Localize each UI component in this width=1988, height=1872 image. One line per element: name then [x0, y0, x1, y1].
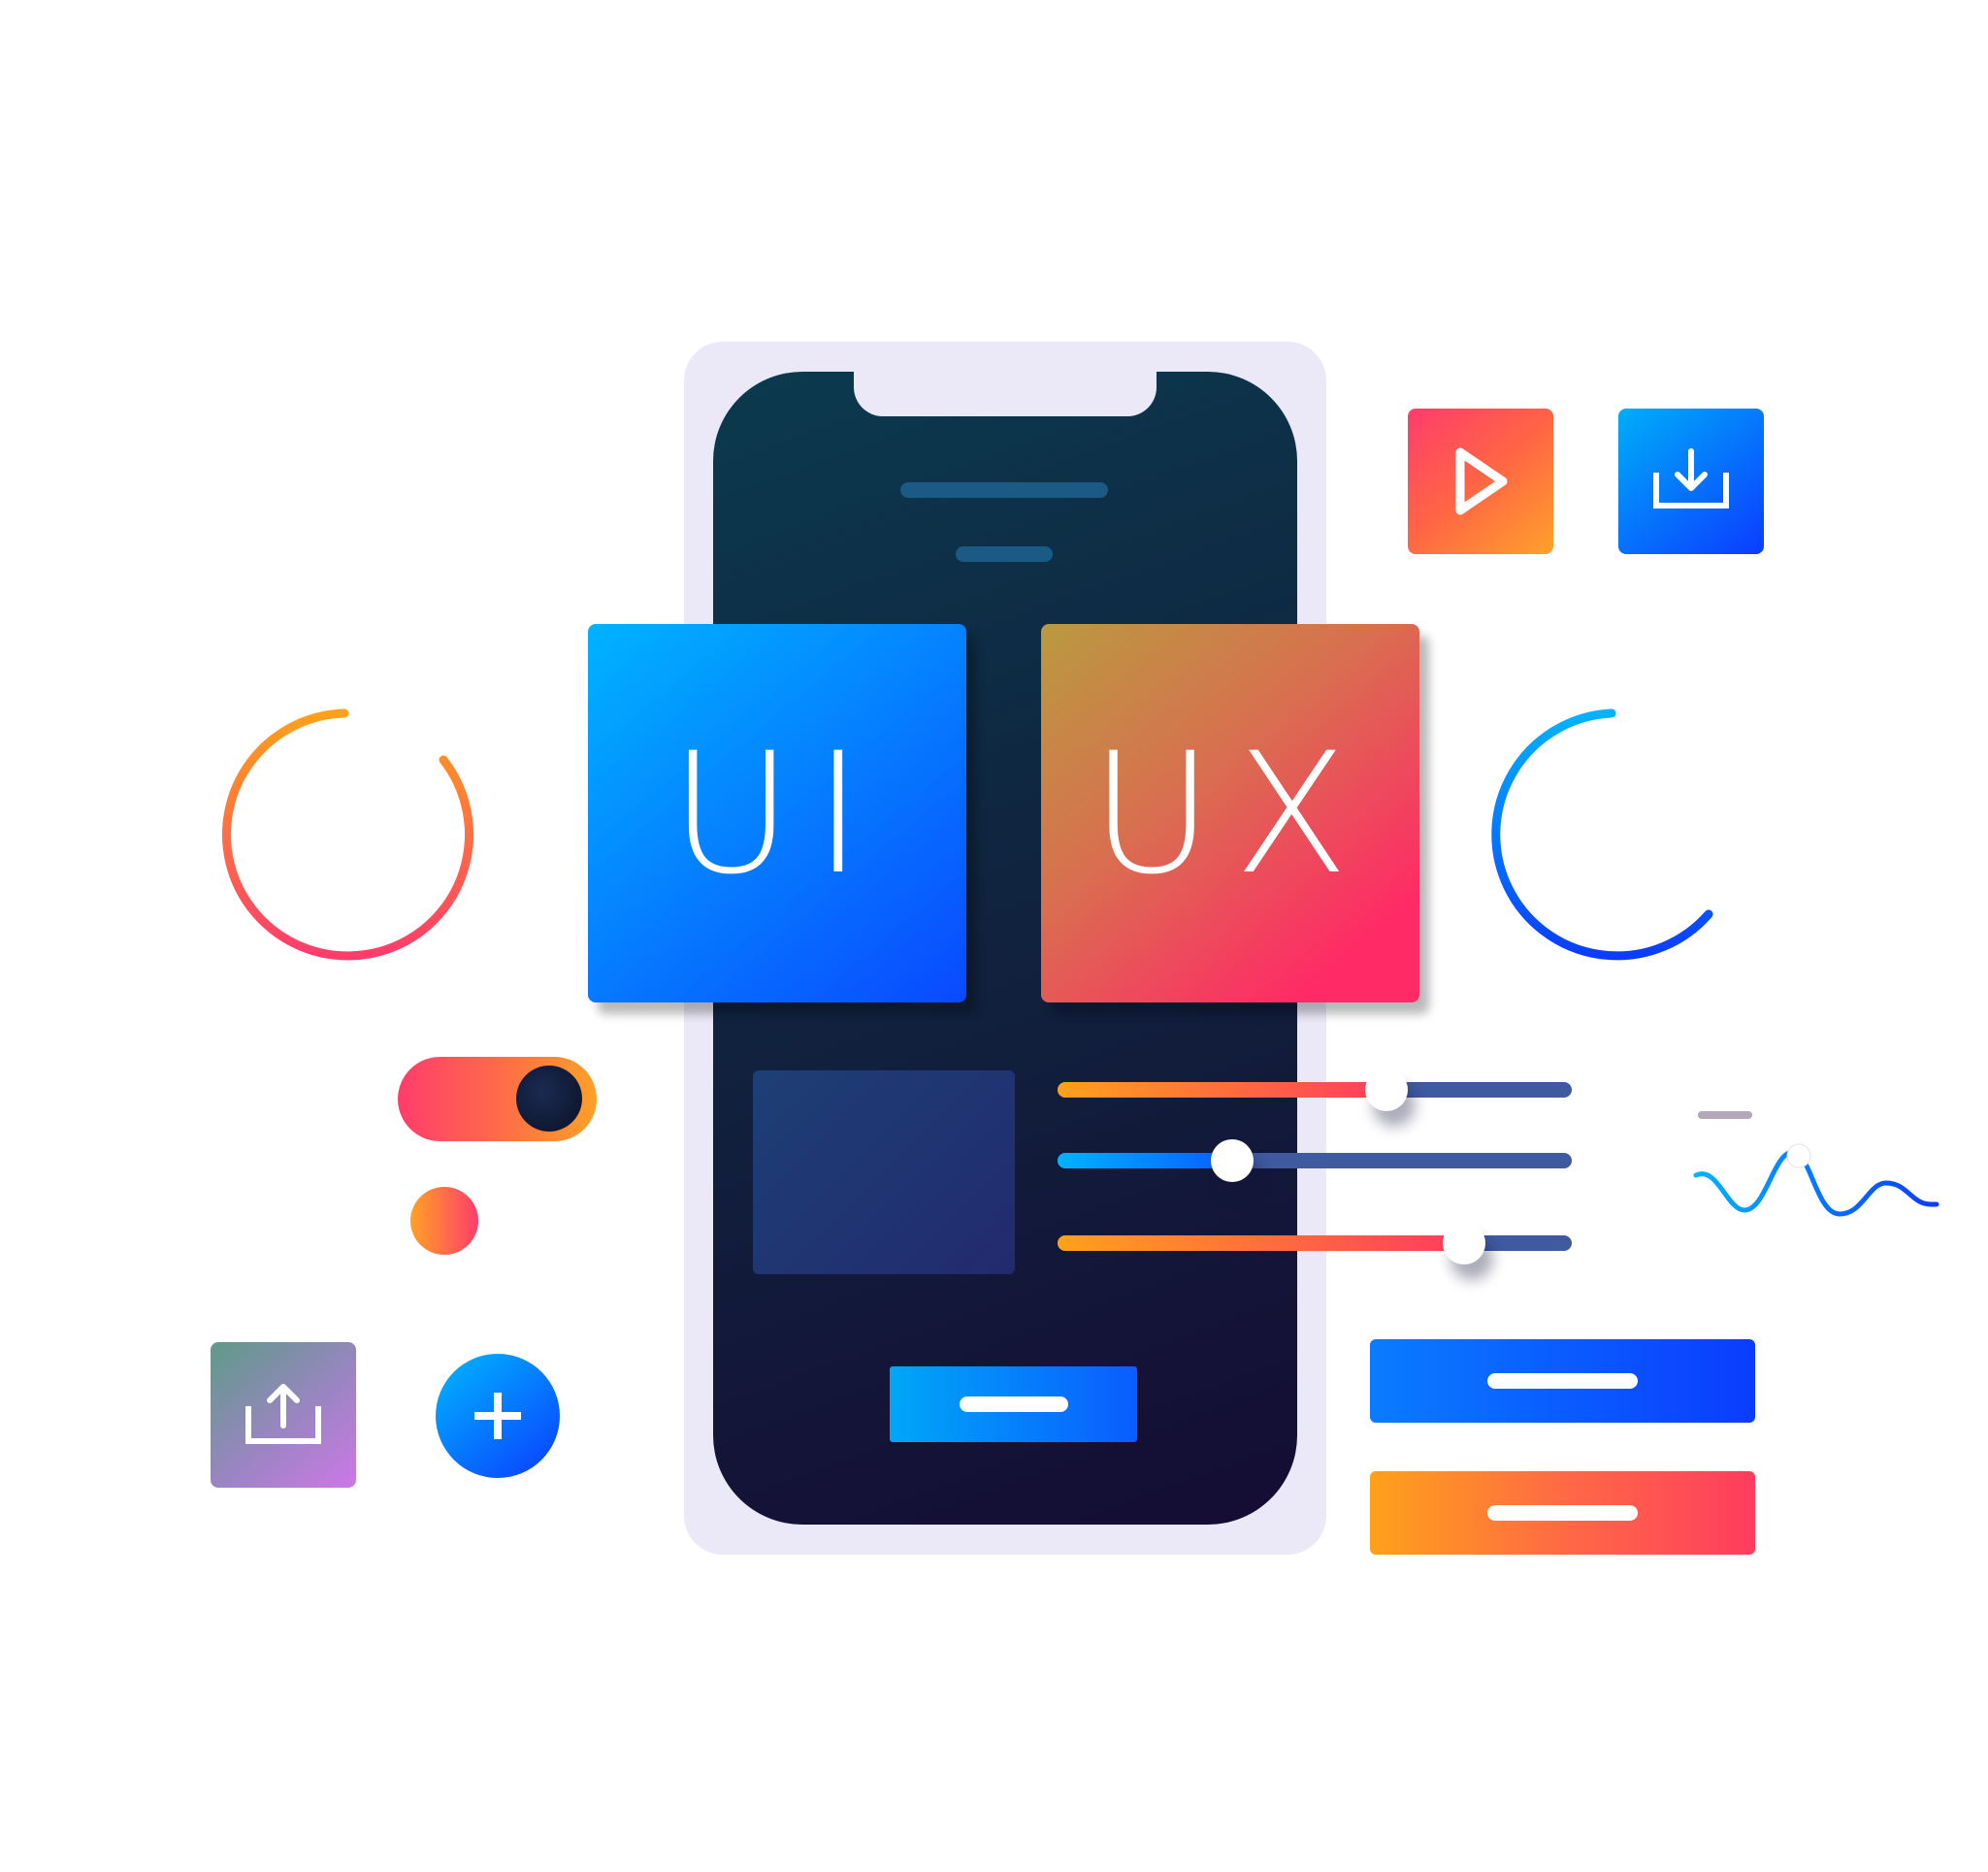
ui-tile[interactable]: UI [588, 624, 966, 1002]
button-placeholder-line [959, 1396, 1068, 1412]
slider-thumb[interactable] [1365, 1068, 1408, 1111]
add-button[interactable] [436, 1354, 560, 1478]
ux-tile[interactable]: UX [1041, 624, 1419, 1002]
slider-fill [1058, 1153, 1232, 1168]
bar-placeholder-line [1487, 1505, 1638, 1521]
upload-icon [245, 1384, 321, 1444]
screen-action-button[interactable] [890, 1366, 1137, 1442]
progress-ring-left [222, 708, 473, 961]
slider-fill [1058, 1082, 1386, 1098]
ux-tile-label: UX [1091, 715, 1370, 911]
upload-button[interactable] [211, 1342, 356, 1488]
toggle-knob[interactable] [516, 1066, 582, 1132]
progress-ring-right [1491, 708, 1713, 961]
plus-icon [474, 1393, 521, 1439]
screen-header-bar [900, 482, 1108, 498]
screen-image-card [753, 1070, 1015, 1274]
slider-thumb[interactable] [1211, 1139, 1254, 1182]
primary-action-bar[interactable] [1370, 1339, 1755, 1423]
phone-notch [854, 372, 1157, 416]
play-button[interactable] [1408, 409, 1553, 554]
slider-thumb[interactable] [1443, 1222, 1485, 1264]
slider-fill [1058, 1235, 1464, 1251]
bar-placeholder-line [1487, 1373, 1638, 1389]
download-icon [1653, 448, 1729, 509]
ui-tile-label: UI [669, 715, 885, 911]
wave-chart-decoration [1693, 1111, 1939, 1217]
screen-subheader-bar [956, 546, 1053, 562]
download-button[interactable] [1618, 409, 1764, 554]
play-icon [1455, 447, 1508, 515]
status-dot [410, 1187, 478, 1255]
secondary-action-bar[interactable] [1370, 1471, 1755, 1555]
